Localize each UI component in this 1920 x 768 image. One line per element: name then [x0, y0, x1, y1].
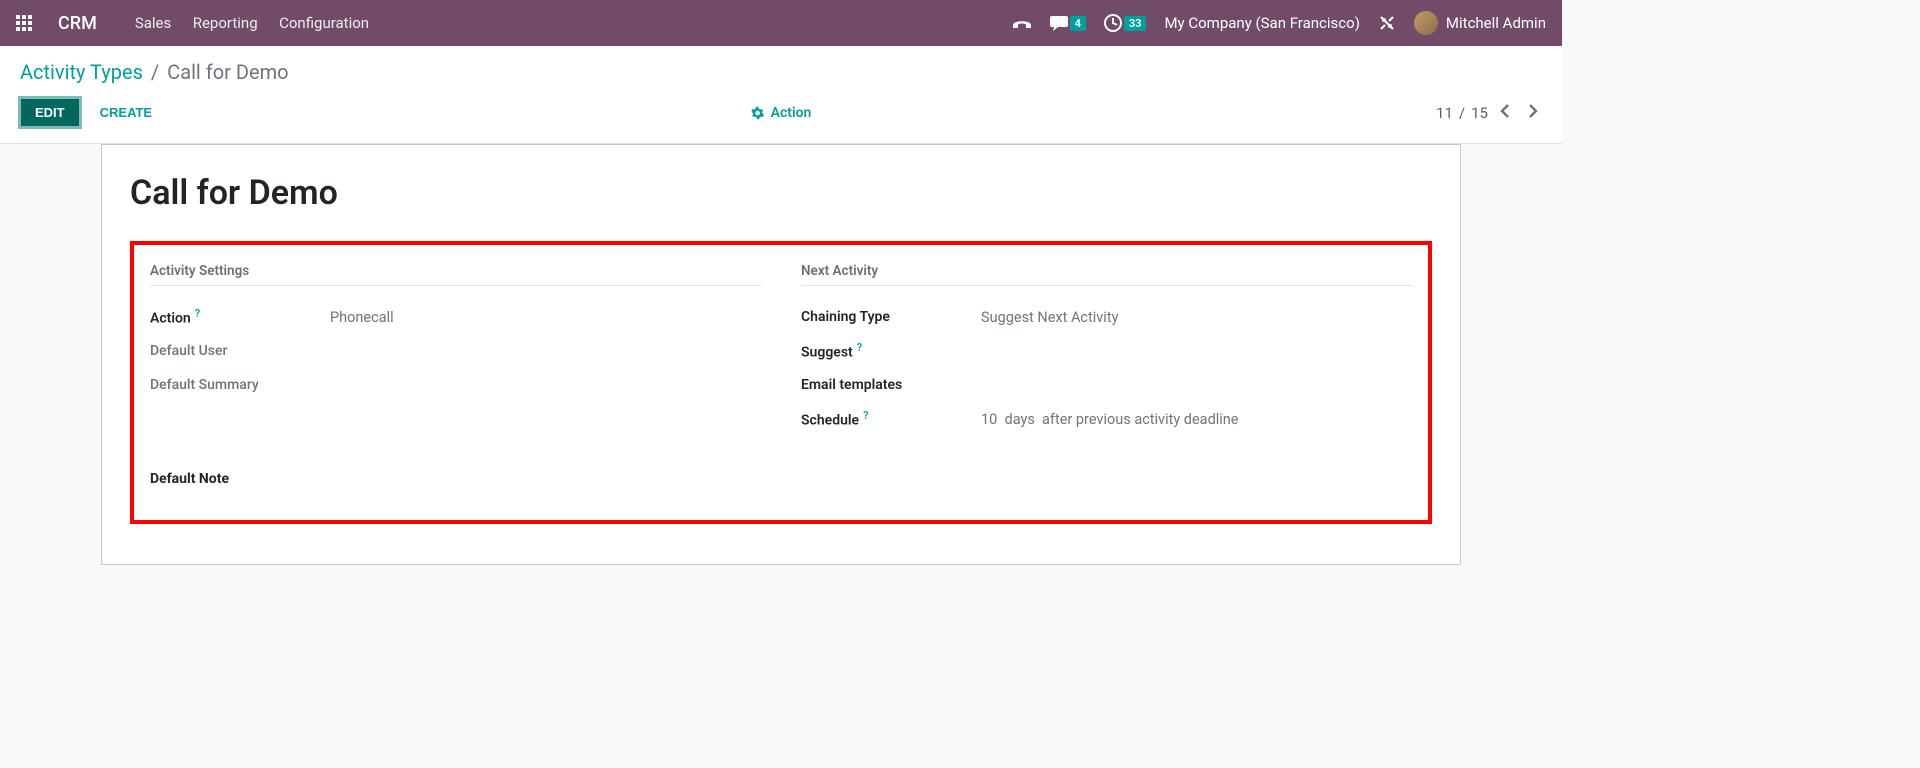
activities-badge: 33	[1124, 16, 1147, 31]
form-sheet: Call for Demo Activity Settings Action? …	[101, 144, 1461, 565]
highlighted-region: Activity Settings Action? Phonecall Defa…	[130, 241, 1432, 524]
topbar: CRM Sales Reporting Configuration 4 33 M…	[0, 0, 1562, 46]
label-chaining-type: Chaining Type	[801, 309, 981, 325]
control-panel: Activity Types / Call for Demo EDIT CREA…	[0, 46, 1562, 144]
field-default-summary: Default Summary	[150, 368, 761, 402]
field-default-note: Default Note	[150, 462, 1412, 496]
page-title: Call for Demo	[130, 173, 1432, 213]
label-email-templates: Email templates	[801, 377, 981, 393]
user-name: Mitchell Admin	[1446, 14, 1546, 32]
chevron-right-icon	[1526, 103, 1540, 119]
action-label: Action	[771, 105, 812, 121]
label-default-note: Default Note	[150, 471, 330, 487]
app-name[interactable]: CRM	[58, 13, 97, 34]
form-sheet-wrap: Call for Demo Activity Settings Action? …	[0, 144, 1562, 605]
pager-total: 15	[1471, 104, 1488, 122]
breadcrumb-parent[interactable]: Activity Types	[20, 60, 143, 84]
activities-icon[interactable]: 33	[1104, 14, 1147, 32]
label-action: Action?	[150, 307, 330, 327]
menu-configuration[interactable]: Configuration	[279, 14, 369, 32]
value-chaining-type: Suggest Next Activity	[981, 309, 1118, 326]
messages-icon[interactable]: 4	[1050, 15, 1086, 31]
next-activity-column: Next Activity Chaining Type Suggest Next…	[801, 263, 1412, 436]
value-schedule: 10 days after previous activity deadline	[981, 411, 1239, 428]
topbar-menu: Sales Reporting Configuration	[117, 14, 369, 32]
field-default-user: Default User	[150, 334, 761, 368]
chevron-left-icon	[1498, 103, 1512, 119]
field-chaining-type: Chaining Type Suggest Next Activity	[801, 300, 1412, 334]
pager: 11 / 15	[1436, 101, 1544, 125]
field-schedule: Schedule? 10 days after previous activit…	[801, 402, 1412, 436]
breadcrumb: Activity Types / Call for Demo	[0, 46, 1562, 90]
user-menu[interactable]: Mitchell Admin	[1414, 11, 1546, 35]
activity-settings-column: Activity Settings Action? Phonecall Defa…	[150, 263, 761, 436]
action-dropdown[interactable]: Action	[751, 105, 812, 121]
breadcrumb-current: Call for Demo	[167, 60, 288, 84]
field-action: Action? Phonecall	[150, 300, 761, 334]
edit-button[interactable]: EDIT	[18, 96, 82, 129]
pager-next[interactable]	[1522, 101, 1544, 125]
company-switcher[interactable]: My Company (San Francisco)	[1164, 14, 1359, 32]
label-schedule: Schedule?	[801, 409, 981, 429]
breadcrumb-sep: /	[151, 60, 159, 84]
label-default-user: Default User	[150, 343, 330, 359]
messages-badge: 4	[1070, 16, 1086, 31]
help-icon[interactable]: ?	[863, 409, 868, 422]
field-email-templates: Email templates	[801, 368, 1412, 402]
help-icon[interactable]: ?	[857, 341, 862, 354]
gear-icon	[751, 106, 765, 120]
help-icon[interactable]: ?	[195, 307, 200, 320]
section-next-activity: Next Activity	[801, 263, 1412, 286]
avatar	[1414, 11, 1438, 35]
pager-current: 11	[1436, 104, 1453, 122]
value-action: Phonecall	[330, 309, 394, 326]
menu-sales[interactable]: Sales	[135, 14, 171, 32]
debug-icon[interactable]	[1378, 14, 1396, 32]
apps-icon[interactable]	[16, 15, 32, 31]
field-suggest: Suggest?	[801, 334, 1412, 368]
label-suggest: Suggest?	[801, 341, 981, 361]
pager-prev[interactable]	[1494, 101, 1516, 125]
pager-sep: /	[1459, 104, 1465, 122]
section-activity-settings: Activity Settings	[150, 263, 761, 286]
create-button[interactable]: CREATE	[100, 105, 152, 120]
menu-reporting[interactable]: Reporting	[193, 14, 258, 32]
voip-icon[interactable]	[1012, 16, 1032, 30]
label-default-summary: Default Summary	[150, 377, 330, 393]
